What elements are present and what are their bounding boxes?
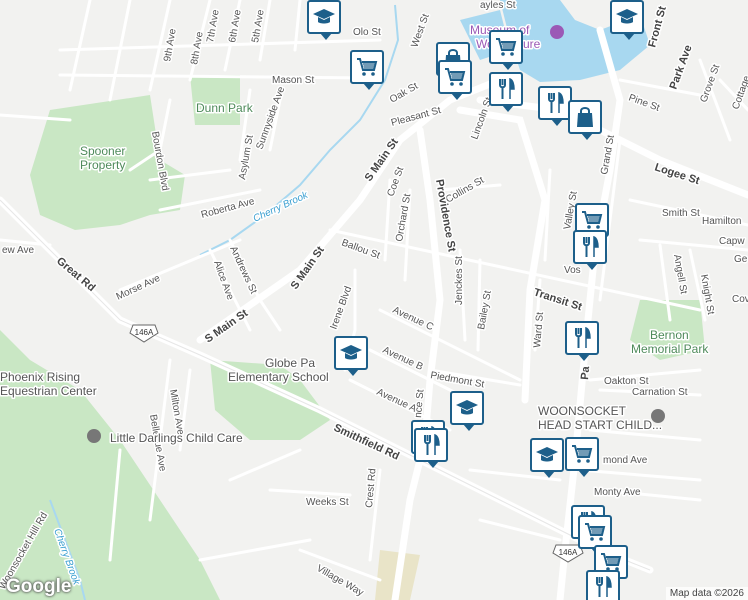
map-marker-shopping-cart[interactable] [578,515,612,555]
map-marker-restaurant[interactable] [586,570,620,600]
street-carnation: Carnation St [632,387,688,398]
map-marker-restaurant[interactable] [414,428,448,468]
street-ge: Ge [734,254,748,265]
street-pa: Pa [579,365,592,380]
street-smith: Smith St [662,208,700,219]
place-head-start-1: WOONSOCKET [538,404,627,418]
street-richmond: mond Ave [603,455,648,466]
street-hamilton: Hamilton [702,216,741,227]
map-attribution[interactable]: Map data ©2026 [665,587,748,600]
map-marker-school[interactable] [610,0,644,40]
place-phoenix-2: Equestrian Center [0,384,97,398]
shopping-cart-icon [570,442,594,466]
map-marker-shopping-cart[interactable] [565,437,599,477]
museum-icon [550,25,564,39]
school-icon [535,443,559,467]
street-jenckes: Jenckes St [454,256,465,305]
place-phoenix-1: Phoenix Rising [0,370,80,384]
place-spooner-1: Spooner [80,144,125,158]
street-oakton: Oakton St [604,376,649,387]
route-146a-label-1: 146A [135,328,154,337]
street-vose: Vos [564,265,581,276]
map-marker-shopping-cart[interactable] [489,30,523,70]
shopping-cart-icon [583,520,607,544]
place-spooner-2: Property [80,158,125,172]
map-marker-shopping-cart[interactable] [350,50,384,90]
street-cov: Cov [732,294,748,305]
school-icon [339,341,363,365]
place-globe-school-1: Globe Pa [265,356,315,370]
map-marker-school[interactable] [530,438,564,478]
school-icon [615,5,639,29]
map-marker-school[interactable] [450,391,484,431]
street-monty: Monty Ave [594,487,641,498]
google-logo: Google [6,576,72,597]
map-canvas[interactable]: 146A 146A Olo St West St Mason St Oak St… [0,0,748,600]
place-bernon-2: Memorial Park [631,342,709,356]
map-marker-shopping-bag[interactable] [568,100,602,140]
street-olo: Olo St [353,27,381,38]
restaurant-icon [578,235,602,259]
place-head-start-2: HEAD START CHILD... [538,418,662,432]
child-care-icon [87,429,101,443]
map-marker-restaurant[interactable] [573,230,607,270]
street-ayles: ayles St [480,0,516,11]
school-icon [312,5,336,29]
shopping-cart-icon [443,65,467,89]
map-marker-restaurant[interactable] [565,321,599,361]
head-start-school-icon [651,409,665,423]
restaurant-icon [494,77,518,101]
route-146a-label-2: 146A [559,548,578,557]
street-weeks: Weeks St [306,497,349,508]
street-mason: Mason St [272,75,314,86]
map-marker-school[interactable] [334,336,368,376]
place-dunn-park: Dunn Park [196,101,254,115]
restaurant-icon [419,433,443,457]
map-marker-restaurant[interactable] [489,72,523,112]
restaurant-icon [543,91,567,115]
shopping-cart-icon [355,55,379,79]
street-ew: ew Ave [2,245,34,256]
map-marker-school[interactable] [307,0,341,40]
place-bernon-1: Bernon [650,328,689,342]
place-little-darlings: Little Darlings Child Care [110,431,243,445]
street-capwell: Capw [719,236,745,247]
shopping-bag-icon [573,105,597,129]
place-globe-school-2: Elementary School [228,370,329,384]
school-icon [455,396,479,420]
shopping-cart-icon [494,35,518,59]
map-marker-restaurant[interactable] [538,86,572,126]
map-base: 146A 146A Olo St West St Mason St Oak St… [0,0,748,600]
restaurant-icon [591,575,615,599]
map-marker-shopping-cart[interactable] [438,60,472,100]
restaurant-icon [570,326,594,350]
shopping-cart-icon [580,208,604,232]
